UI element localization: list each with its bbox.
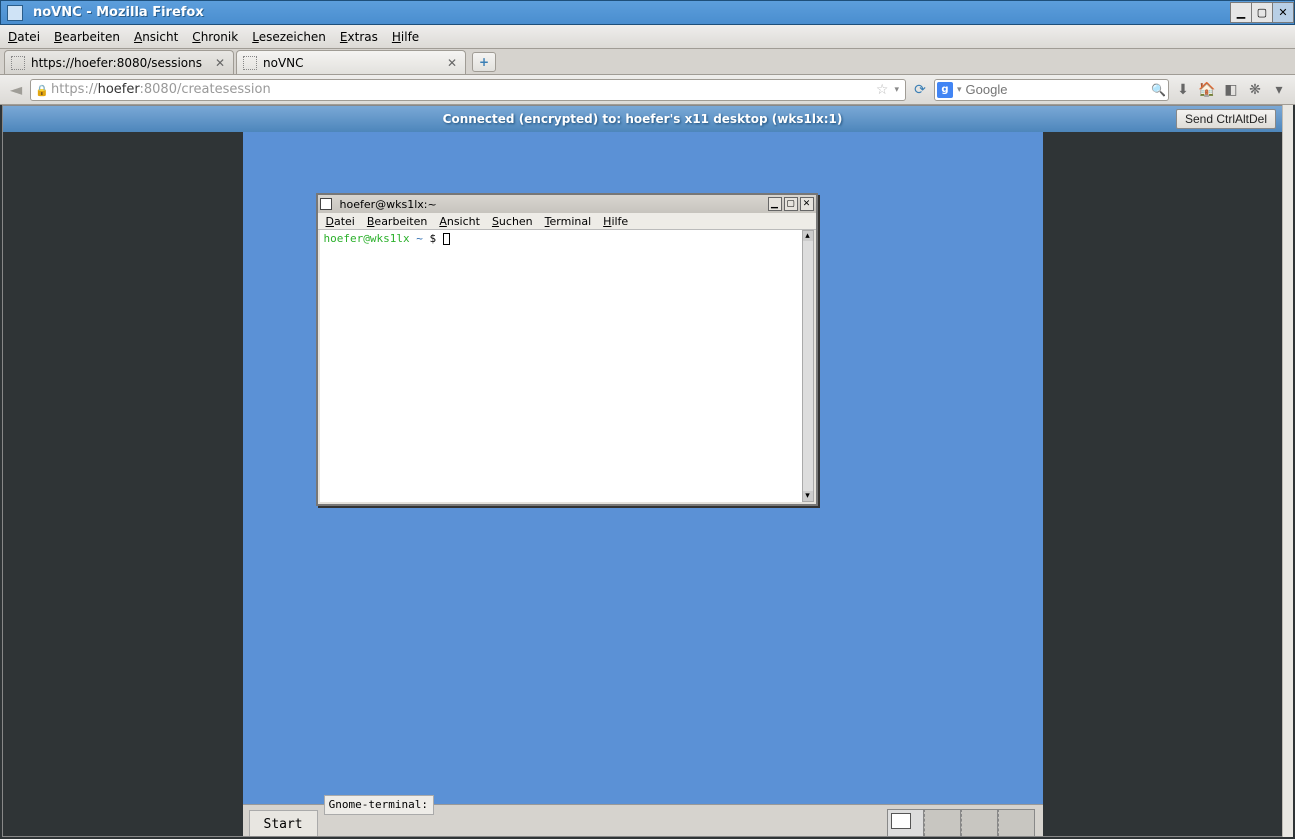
menu-extras[interactable]: Extras xyxy=(340,30,378,44)
remote-desktop[interactable]: hoefer@wks1lx:~ ▁ ▢ ✕ Datei Bearbeiten A… xyxy=(243,132,1043,837)
menu-bearbeiten[interactable]: Bearbeiten xyxy=(54,30,120,44)
page-content: Connected (encrypted) to: hoefer's x11 d… xyxy=(2,105,1283,837)
url-prefix: https:// xyxy=(51,82,98,97)
tab-strip: https://hoefer:8080/sessions ✕ noVNC ✕ + xyxy=(0,49,1295,75)
downloads-icon[interactable]: ⬇ xyxy=(1173,80,1193,100)
prompt-user: hoefer@wks1lx xyxy=(324,232,410,245)
bookmark-star-icon[interactable]: ☆ xyxy=(876,82,889,98)
firefox-menubar: Datei Bearbeiten Ansicht Chronik Lesezei… xyxy=(0,25,1295,49)
workspace-pager xyxy=(887,809,1035,838)
addon-icon[interactable]: ◧ xyxy=(1221,80,1241,100)
menu-lesezeichen[interactable]: Lesezeichen xyxy=(252,30,326,44)
term-menu-terminal[interactable]: Terminal xyxy=(545,215,592,228)
tab-novnc[interactable]: noVNC ✕ xyxy=(236,50,466,74)
workspace-3[interactable] xyxy=(961,809,998,838)
terminal-close-button[interactable]: ✕ xyxy=(800,197,814,211)
favicon-placeholder-icon xyxy=(243,56,257,70)
search-input[interactable] xyxy=(966,82,1148,97)
vnc-status-text: Connected (encrypted) to: hoefer's x11 d… xyxy=(443,112,843,126)
back-button[interactable]: ◄ xyxy=(6,80,26,100)
tab-label: noVNC xyxy=(263,56,445,70)
prompt-path: ~ xyxy=(416,232,423,245)
start-button[interactable]: Start xyxy=(249,810,318,838)
menu-chronik[interactable]: Chronik xyxy=(192,30,238,44)
browser-scrollbar[interactable] xyxy=(1282,105,1293,837)
terminal-maximize-button[interactable]: ▢ xyxy=(784,197,798,211)
url-dropdown-icon[interactable]: ▾ xyxy=(892,85,901,95)
term-menu-hilfe[interactable]: Hilfe xyxy=(603,215,628,228)
menu-ansicht[interactable]: Ansicht xyxy=(134,30,178,44)
home-icon[interactable]: 🏠 xyxy=(1197,80,1217,100)
nav-toolbar: ◄ 🔒 https://hoefer:8080/createsession ☆ … xyxy=(0,75,1295,105)
search-bar[interactable]: g ▾ 🔍 xyxy=(934,79,1169,101)
tool-icon[interactable]: ❋ xyxy=(1245,80,1265,100)
new-tab-button[interactable]: + xyxy=(472,52,496,72)
menu-hilfe[interactable]: Hilfe xyxy=(392,30,419,44)
vnc-status-bar: Connected (encrypted) to: hoefer's x11 d… xyxy=(3,106,1282,132)
taskbar-item-terminal[interactable]: Gnome-terminal: Te xyxy=(324,795,434,815)
terminal-menubar: Datei Bearbeiten Ansicht Suchen Terminal… xyxy=(318,213,816,230)
lock-icon: 🔒 xyxy=(35,84,47,96)
minimize-button[interactable]: ▁ xyxy=(1230,2,1252,23)
menu-icon[interactable]: ▾ xyxy=(1269,80,1289,100)
remote-taskbar: Start Gnome-terminal: Te xyxy=(243,804,1043,837)
window-title: noVNC - Mozilla Firefox xyxy=(29,5,1230,20)
terminal-cursor xyxy=(443,233,450,245)
terminal-minimize-button[interactable]: ▁ xyxy=(768,197,782,211)
tab-close-icon[interactable]: ✕ xyxy=(213,56,227,70)
remote-desktop-background[interactable]: hoefer@wks1lx:~ ▁ ▢ ✕ Datei Bearbeiten A… xyxy=(243,132,1043,804)
terminal-window[interactable]: hoefer@wks1lx:~ ▁ ▢ ✕ Datei Bearbeiten A… xyxy=(316,193,818,506)
terminal-titlebar[interactable]: hoefer@wks1lx:~ ▁ ▢ ✕ xyxy=(318,195,816,213)
workspace-4[interactable] xyxy=(998,809,1035,838)
tab-sessions[interactable]: https://hoefer:8080/sessions ✕ xyxy=(4,50,234,74)
url-text[interactable]: https://hoefer:8080/createsession xyxy=(51,82,872,97)
url-rest: :8080/createsession xyxy=(140,82,271,97)
workspace-1[interactable] xyxy=(887,809,924,838)
terminal-scrollbar[interactable] xyxy=(802,230,814,502)
menu-datei[interactable]: Datei xyxy=(8,30,40,44)
tab-close-icon[interactable]: ✕ xyxy=(445,56,459,70)
term-menu-suchen[interactable]: Suchen xyxy=(492,215,533,228)
send-ctrlaltdel-button[interactable]: Send CtrlAltDel xyxy=(1176,109,1276,129)
search-engine-dropdown-icon[interactable]: ▾ xyxy=(957,85,962,95)
favicon-placeholder-icon xyxy=(11,56,25,70)
search-engine-icon[interactable]: g xyxy=(937,82,953,98)
window-system-icon[interactable] xyxy=(7,5,23,21)
workspace-2[interactable] xyxy=(924,809,961,838)
term-menu-datei[interactable]: Datei xyxy=(326,215,355,228)
terminal-body[interactable]: hoefer@wks1lx ~ $ xyxy=(320,230,802,502)
close-button[interactable]: ✕ xyxy=(1272,2,1294,23)
maximize-button[interactable]: ▢ xyxy=(1251,2,1273,23)
terminal-system-icon[interactable] xyxy=(320,198,332,210)
window-titlebar[interactable]: noVNC - Mozilla Firefox ▁ ▢ ✕ xyxy=(0,0,1295,25)
terminal-title: hoefer@wks1lx:~ xyxy=(340,198,766,211)
term-menu-bearbeiten[interactable]: Bearbeiten xyxy=(367,215,427,228)
window-controls: ▁ ▢ ✕ xyxy=(1230,2,1294,23)
prompt-symbol: $ xyxy=(429,232,436,245)
tab-label: https://hoefer:8080/sessions xyxy=(31,56,213,70)
url-bar[interactable]: 🔒 https://hoefer:8080/createsession ☆ ▾ xyxy=(30,79,906,101)
term-menu-ansicht[interactable]: Ansicht xyxy=(439,215,480,228)
search-icon[interactable]: 🔍 xyxy=(1151,83,1166,97)
reload-button[interactable]: ⟳ xyxy=(910,80,930,100)
url-host: hoefer xyxy=(98,82,140,97)
